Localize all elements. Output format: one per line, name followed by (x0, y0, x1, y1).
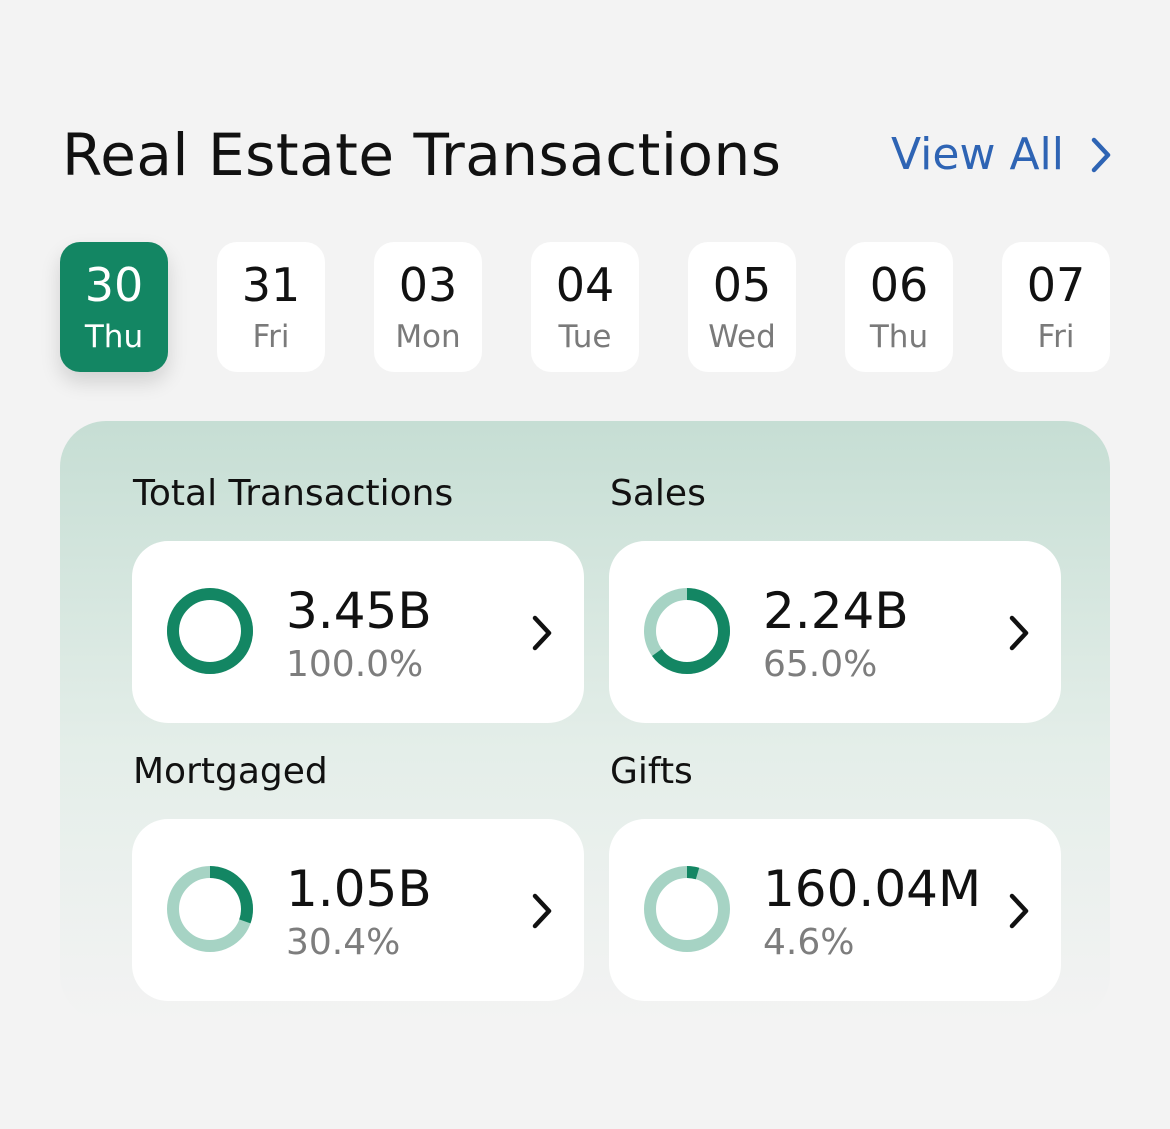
date-pill[interactable]: 31 Fri (217, 242, 325, 372)
date-pill[interactable]: 07 Fri (1002, 242, 1110, 372)
date-number: 04 (555, 258, 615, 312)
chevron-right-icon (1091, 137, 1111, 173)
date-pill[interactable]: 04 Tue (531, 242, 639, 372)
stats-panel: Total Transactions 3.45B 100.0% Sales 2.… (60, 421, 1110, 1021)
donut-progress-icon (644, 866, 730, 952)
stat-label-sales: Sales (610, 473, 706, 514)
view-all-link[interactable]: View All (891, 128, 1112, 182)
date-weekday: Tue (558, 319, 612, 355)
date-number: 07 (1026, 258, 1086, 312)
stat-label-gifts: Gifts (610, 751, 693, 792)
date-number: 30 (84, 258, 144, 312)
date-selector: 30 Thu 31 Fri 03 Mon 04 Tue 05 Wed 06 Th… (60, 242, 1110, 372)
chevron-right-icon (1009, 893, 1029, 929)
section-header: Real Estate Transactions View All (62, 118, 1112, 198)
date-weekday: Wed (708, 319, 776, 355)
donut-progress-icon (167, 588, 253, 674)
stat-value: 2.24B (763, 582, 909, 640)
stat-value: 1.05B (286, 860, 432, 918)
stat-card-gifts[interactable]: 160.04M 4.6% (609, 819, 1061, 1001)
stat-card-total-transactions[interactable]: 3.45B 100.0% (132, 541, 584, 723)
date-pill[interactable]: 05 Wed (688, 242, 796, 372)
date-weekday: Fri (252, 319, 290, 355)
date-number: 31 (241, 258, 301, 312)
donut-progress-icon (167, 866, 253, 952)
date-weekday: Fri (1037, 319, 1075, 355)
date-number: 05 (712, 258, 772, 312)
stat-percent: 65.0% (763, 644, 878, 685)
stat-percent: 4.6% (763, 922, 855, 963)
donut-progress-icon (644, 588, 730, 674)
stat-card-mortgaged[interactable]: 1.05B 30.4% (132, 819, 584, 1001)
date-pill[interactable]: 30 Thu (60, 242, 168, 372)
stat-percent: 30.4% (286, 922, 401, 963)
date-number: 06 (869, 258, 929, 312)
date-weekday: Thu (869, 319, 929, 355)
date-weekday: Mon (395, 319, 461, 355)
stat-label-mortgaged: Mortgaged (133, 751, 328, 792)
stat-percent: 100.0% (286, 644, 424, 685)
date-pill[interactable]: 03 Mon (374, 242, 482, 372)
stat-card-sales[interactable]: 2.24B 65.0% (609, 541, 1061, 723)
chevron-right-icon (532, 615, 552, 651)
stat-value: 160.04M (763, 860, 982, 918)
date-weekday: Thu (84, 319, 144, 355)
chevron-right-icon (1009, 615, 1029, 651)
chevron-right-icon (532, 893, 552, 929)
view-all-label: View All (891, 129, 1064, 180)
stat-label-total-transactions: Total Transactions (133, 473, 454, 514)
date-number: 03 (398, 258, 458, 312)
stat-value: 3.45B (286, 582, 432, 640)
date-pill[interactable]: 06 Thu (845, 242, 953, 372)
page-title: Real Estate Transactions (62, 121, 782, 189)
